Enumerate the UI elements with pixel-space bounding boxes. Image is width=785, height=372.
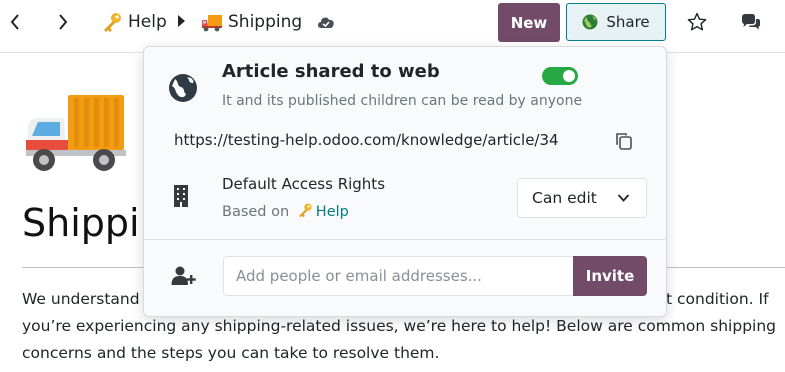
share-title: Article shared to web <box>222 61 440 82</box>
breadcrumb-help[interactable]: Help <box>101 10 167 34</box>
forward-arrow-icon[interactable] <box>53 11 73 33</box>
breadcrumb-label: Shipping <box>228 12 303 32</box>
chat-icon[interactable] <box>741 13 761 31</box>
copy-icon[interactable] <box>615 132 633 150</box>
share-link[interactable]: https://testing-help.odoo.com/knowledge/… <box>174 131 559 149</box>
access-rights-origin: Based on Help <box>222 202 349 220</box>
breadcrumb-separator-icon <box>178 15 185 27</box>
access-based-on-label: Based on <box>222 204 290 220</box>
add-user-icon <box>171 266 196 285</box>
truck-cover-icon <box>26 95 126 171</box>
new-button[interactable]: New <box>498 3 560 42</box>
invite-input[interactable] <box>223 256 573 296</box>
star-icon[interactable] <box>687 12 707 32</box>
share-to-web-toggle[interactable] <box>542 67 578 85</box>
access-rights-title: Default Access Rights <box>222 175 386 193</box>
breadcrumb-shipping[interactable]: Shipping <box>201 10 302 34</box>
key-icon <box>298 203 312 218</box>
key-icon <box>104 13 121 32</box>
breadcrumb-label: Help <box>128 12 167 32</box>
top-bar: Help Shipping New Share <box>0 0 785 44</box>
invite-button[interactable]: Invite <box>573 256 647 296</box>
share-button[interactable]: Share <box>566 3 666 41</box>
chevron-down-icon <box>617 194 630 202</box>
article-body-line: concerns and the steps you can take to r… <box>22 344 440 362</box>
share-popover: Article shared to web It and its publish… <box>143 46 667 317</box>
share-button-label: Share <box>606 13 650 31</box>
back-arrow-icon[interactable] <box>5 11 25 33</box>
globe-icon <box>582 14 598 30</box>
access-rights-select[interactable]: Can edit <box>517 178 647 218</box>
access-based-on-link[interactable]: Help <box>316 204 349 220</box>
popover-divider <box>144 239 666 240</box>
access-rights-value: Can edit <box>532 189 597 207</box>
truck-icon <box>202 15 222 32</box>
globe-icon <box>169 74 197 102</box>
share-subtitle: It and its published children can be rea… <box>222 93 583 109</box>
cloud-check-icon <box>318 17 334 28</box>
article-body-line: you’re experiencing any shipping-related… <box>22 317 777 335</box>
article-body-fragment: t condition. If <box>666 290 769 308</box>
building-icon <box>174 185 188 207</box>
